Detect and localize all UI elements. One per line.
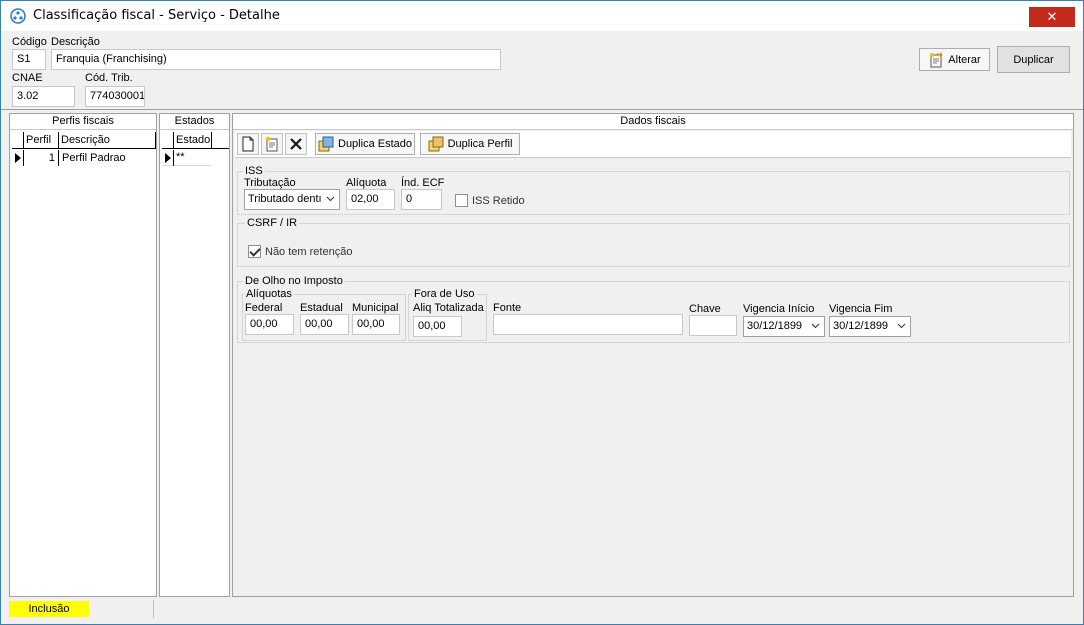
chevron-down-icon [811, 323, 820, 329]
col-estado[interactable]: Estado [174, 132, 212, 149]
estados-title: Estados [160, 114, 229, 130]
iss-title: ISS [243, 165, 265, 177]
col-perfil[interactable]: Perfil [24, 132, 59, 149]
tributacao-label: Tributação [244, 177, 296, 189]
fonte-field[interactable] [493, 314, 683, 335]
vig-inicio-label: Vigencia Início [743, 303, 815, 315]
table-row[interactable]: ** [162, 150, 212, 166]
header-separator [1, 109, 1083, 110]
tributacao-select[interactable]: Tributado dentı [244, 189, 340, 210]
new-document-icon [242, 136, 254, 152]
delete-icon [290, 138, 302, 150]
vig-inicio-select[interactable]: 30/12/1899 [743, 316, 825, 337]
table-row[interactable]: 1 Perfil Padrao [12, 150, 156, 166]
duplica-perfil-label: Duplica Perfil [447, 138, 513, 150]
cnae-field[interactable]: 3.02 [12, 86, 75, 107]
fora-de-uso-title: Fora de Uso [412, 288, 477, 300]
alterar-button[interactable]: Alterar [919, 48, 990, 71]
cod-trib-label: Cód. Trib. [85, 72, 133, 84]
title-bar: Classificação fiscal - Serviço - Detalhe… [1, 1, 1083, 31]
fonte-label: Fonte [493, 302, 522, 314]
vig-inicio-value: 30/12/1899 [747, 320, 803, 332]
row-indicator-cell [12, 150, 24, 166]
col-descricao[interactable]: Descrição [59, 132, 156, 149]
iss-retido-label: ISS Retido [472, 195, 525, 207]
close-icon: ✕ [1046, 9, 1058, 24]
status-mode: Inclusão [9, 601, 89, 617]
aliquotas-title: Alíquotas [244, 288, 294, 300]
delete-button[interactable] [285, 133, 307, 155]
edit-document-icon [265, 136, 278, 152]
perfil-cell: 1 [24, 150, 59, 166]
dados-title: Dados fiscais [233, 114, 1073, 130]
aliquota-field[interactable]: 02,00 [346, 189, 395, 210]
cnae-label: CNAE [12, 72, 43, 84]
dados-panel: Dados fiscais Duplica Estado Duplica Per… [232, 113, 1074, 597]
estadual-field[interactable]: 00,00 [300, 314, 349, 335]
chave-field[interactable] [689, 315, 737, 336]
duplicate-profile-icon [428, 136, 444, 152]
cod-trib-field[interactable]: 774030001 [85, 86, 145, 107]
row-indicator-header [162, 132, 174, 149]
iss-retido-checkbox[interactable] [455, 194, 468, 207]
duplicar-button[interactable]: Duplicar [997, 46, 1070, 73]
dados-toolbar: Duplica Estado Duplica Perfil [235, 131, 1071, 158]
duplica-estado-button[interactable]: Duplica Estado [315, 133, 415, 155]
duplica-perfil-button[interactable]: Duplica Perfil [420, 133, 520, 155]
vig-fim-select[interactable]: 30/12/1899 [829, 316, 911, 337]
perfis-title: Perfis fiscais [10, 114, 156, 130]
tributacao-value: Tributado dentı [248, 193, 322, 205]
edit-button[interactable] [261, 133, 283, 155]
perfis-panel: Perfis fiscais Perfil Descrição 1 Perfil… [9, 113, 157, 597]
close-button[interactable]: ✕ [1029, 7, 1075, 27]
ind-ecf-label: Índ. ECF [401, 177, 445, 189]
window-title: Classificação fiscal - Serviço - Detalhe [33, 8, 280, 23]
chave-label: Chave [689, 303, 721, 315]
descricao-label: Descrição [51, 36, 100, 48]
municipal-label: Municipal [352, 302, 399, 314]
aliq-totalizada-label: Aliq Totalizada [413, 302, 484, 314]
estados-panel: Estados Estado ** [159, 113, 230, 597]
vig-fim-value: 30/12/1899 [833, 320, 889, 332]
row-indicator-cell [162, 150, 174, 166]
duplicate-state-icon [318, 136, 334, 152]
status-divider [153, 600, 154, 618]
descricao-cell: Perfil Padrao [62, 152, 126, 164]
duplica-estado-label: Duplica Estado [338, 138, 412, 150]
csrf-title: CSRF / IR [245, 217, 300, 229]
olho-title: De Olho no Imposto [243, 275, 345, 287]
alterar-label: Alterar [948, 53, 981, 66]
main-window: Classificação fiscal - Serviço - Detalhe… [0, 0, 1084, 625]
status-bar [1, 600, 1083, 624]
new-button[interactable] [237, 133, 259, 155]
aliquota-label: Alíquota [346, 177, 387, 189]
chevron-down-icon [326, 196, 335, 202]
ind-ecf-field[interactable]: 0 [401, 189, 442, 210]
nao-tem-retencao-label: Não tem retenção [265, 246, 353, 258]
chevron-down-icon [897, 323, 906, 329]
csrf-group [237, 223, 1070, 267]
codigo-field[interactable]: S1 [12, 49, 46, 70]
row-indicator-header [12, 132, 24, 149]
descricao-field[interactable]: Franquia (Franchising) [51, 49, 501, 70]
estadual-label: Estadual [300, 302, 343, 314]
estados-grid-header: Estado [162, 132, 229, 149]
estado-cell: ** [176, 151, 185, 163]
perfis-grid-header: Perfil Descrição [12, 132, 156, 149]
nao-tem-retencao-checkbox[interactable] [248, 245, 261, 258]
federal-field[interactable]: 00,00 [245, 314, 294, 335]
vig-fim-label: Vigencia Fim [829, 303, 893, 315]
codigo-label: Código [12, 36, 47, 48]
duplicar-label: Duplicar [1013, 53, 1054, 66]
aliq-totalizada-field[interactable]: 00,00 [413, 316, 462, 337]
municipal-field[interactable]: 00,00 [352, 314, 400, 335]
federal-label: Federal [245, 302, 283, 314]
edit-document-icon [930, 51, 943, 67]
app-icon [10, 8, 26, 24]
